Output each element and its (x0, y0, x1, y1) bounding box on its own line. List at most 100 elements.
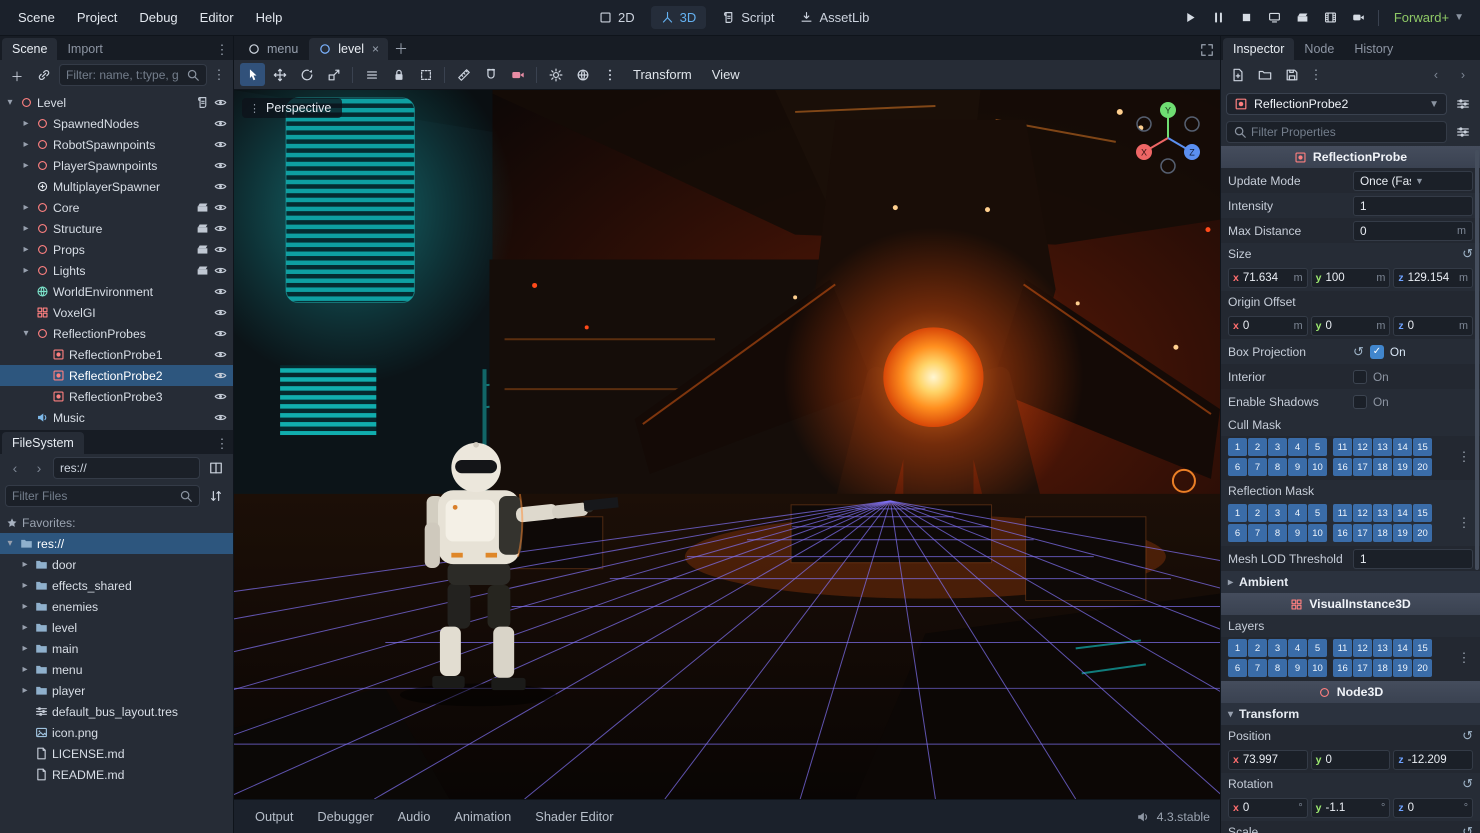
file-item-default-bus-layout-tres[interactable]: default_bus_layout.tres (0, 701, 233, 722)
workspace-script[interactable]: Script (712, 6, 784, 29)
split-view-button[interactable] (204, 457, 228, 479)
layer-18-toggle[interactable]: 18 (1373, 524, 1392, 542)
layer-5-toggle[interactable]: 5 (1308, 504, 1327, 522)
layer-12-toggle[interactable]: 12 (1353, 504, 1372, 522)
tab-history[interactable]: History (1344, 38, 1403, 60)
select-tool[interactable] (240, 63, 265, 86)
tab-scene[interactable]: Scene (2, 38, 58, 60)
scene-node-Lights[interactable]: ▸ Lights (0, 260, 233, 281)
layer-3-toggle[interactable]: 3 (1268, 438, 1287, 456)
interior-checkbox[interactable] (1353, 369, 1367, 384)
play-custom-scene-button[interactable] (1318, 6, 1343, 30)
property-filter-field[interactable] (1226, 121, 1447, 143)
layer-11-toggle[interactable]: 11 (1333, 639, 1352, 657)
layer-2-toggle[interactable]: 2 (1248, 504, 1267, 522)
layer-1-toggle[interactable]: 1 (1228, 438, 1247, 456)
layer-12-toggle[interactable]: 12 (1353, 438, 1372, 456)
file-item-effects-shared[interactable]: ▸ effects_shared (0, 575, 233, 596)
scene-node-Level[interactable]: ▾ Level (0, 92, 233, 113)
renderer-select[interactable]: Forward+ ▼ (1386, 7, 1472, 28)
layer-4-toggle[interactable]: 4 (1288, 504, 1307, 522)
layer-10-toggle[interactable]: 10 (1308, 458, 1327, 476)
eye-icon[interactable] (214, 201, 227, 214)
layer-8-toggle[interactable]: 8 (1268, 659, 1287, 677)
property-filter-input[interactable] (1251, 125, 1440, 139)
new-scene-tab-button[interactable]: ＋ (390, 38, 412, 60)
panel-debugger[interactable]: Debugger (306, 804, 384, 829)
resource-options-icon[interactable]: ⋮ (1307, 65, 1325, 85)
file-item-Favorites-[interactable]: Favorites: (0, 512, 233, 533)
play-scene-button[interactable] (1290, 6, 1315, 30)
sun-options[interactable] (543, 63, 568, 86)
eye-icon[interactable] (214, 243, 227, 256)
layer-20-toggle[interactable]: 20 (1413, 458, 1432, 476)
eye-icon[interactable] (214, 390, 227, 403)
edited-object-select[interactable]: ReflectionProbe2 ▼ (1226, 93, 1447, 115)
expand-arrow-icon[interactable]: ▸ (20, 202, 32, 213)
layer-17-toggle[interactable]: 17 (1353, 524, 1372, 542)
eye-icon[interactable] (214, 96, 227, 109)
layer-5-toggle[interactable]: 5 (1308, 639, 1327, 657)
script-icon[interactable] (196, 96, 209, 109)
eye-icon[interactable] (214, 285, 227, 298)
eye-icon[interactable] (214, 348, 227, 361)
layer-3-toggle[interactable]: 3 (1268, 504, 1287, 522)
path-input[interactable] (60, 461, 193, 475)
y-component-field[interactable]: y0m (1310, 316, 1391, 336)
expand-arrow-icon[interactable]: ▸ (19, 580, 31, 591)
lock-node[interactable] (386, 63, 411, 86)
expand-arrow-icon[interactable]: ▸ (20, 265, 32, 276)
z-component-field[interactable]: z -12.209 (1393, 750, 1474, 770)
layer-15-toggle[interactable]: 15 (1413, 639, 1432, 657)
stop-button[interactable] (1234, 6, 1259, 30)
environment-options[interactable] (570, 63, 595, 86)
x-component-field[interactable]: x 71.634 m (1228, 268, 1308, 288)
layer-20-toggle[interactable]: 20 (1413, 524, 1432, 542)
scene-node-VoxelGI[interactable]: VoxelGI (0, 302, 233, 323)
expand-arrow-icon[interactable]: ▾ (4, 538, 16, 549)
layer-12-toggle[interactable]: 12 (1353, 639, 1372, 657)
layer-11-toggle[interactable]: 11 (1333, 438, 1352, 456)
expand-arrow-icon[interactable]: ▸ (19, 685, 31, 696)
layer-13-toggle[interactable]: 13 (1373, 438, 1392, 456)
scene-filter-input[interactable] (66, 68, 182, 82)
menu-project[interactable]: Project (67, 5, 127, 30)
panel-animation[interactable]: Animation (443, 804, 522, 829)
scene-node-ReflectionProbe2[interactable]: ReflectionProbe2 (0, 365, 233, 386)
menu-help[interactable]: Help (246, 5, 293, 30)
scene-node-WorldEnvironment[interactable]: WorldEnvironment (0, 281, 233, 302)
y-component-field[interactable]: y0 (1310, 750, 1391, 770)
layer-19-toggle[interactable]: 19 (1393, 524, 1412, 542)
layer-13-toggle[interactable]: 13 (1373, 504, 1392, 522)
scene-tab-menu[interactable]: menu (238, 38, 307, 60)
expand-arrow-icon[interactable]: ▸ (19, 622, 31, 633)
group-ambient[interactable]: ▸ Ambient (1221, 571, 1480, 593)
layer-9-toggle[interactable]: 9 (1288, 524, 1307, 542)
eye-icon[interactable] (214, 180, 227, 193)
pause-button[interactable] (1206, 6, 1231, 30)
layer-2-toggle[interactable]: 2 (1248, 639, 1267, 657)
file-item-door[interactable]: ▸ door (0, 554, 233, 575)
extra-options-button[interactable] (1451, 93, 1475, 115)
z-component-field[interactable]: z 0 ° (1393, 798, 1474, 818)
expand-arrow-icon[interactable]: ▸ (19, 643, 31, 654)
panel-audio[interactable]: Audio (387, 804, 442, 829)
mask-options-icon[interactable]: ⋮ (1455, 513, 1473, 533)
save-resource-button[interactable] (1280, 64, 1304, 86)
perspective-menu[interactable]: ⋮ Perspective (242, 98, 343, 118)
eye-icon[interactable] (214, 306, 227, 319)
expand-arrow-icon[interactable]: ▸ (20, 223, 32, 234)
eye-icon[interactable] (214, 222, 227, 235)
intensity-field[interactable]: 1 (1353, 195, 1473, 216)
tab-import[interactable]: Import (57, 38, 112, 60)
close-icon[interactable]: × (372, 42, 379, 56)
expand-viewport-icon[interactable] (1198, 40, 1216, 60)
filter-options-button[interactable] (1451, 121, 1475, 143)
file-item-icon-png[interactable]: icon.png (0, 722, 233, 743)
revert-icon[interactable]: ↺ (1462, 776, 1473, 792)
file-filter-input[interactable] (12, 489, 175, 503)
layer-14-toggle[interactable]: 14 (1393, 438, 1412, 456)
z-component-field[interactable]: z0m (1393, 316, 1474, 336)
layer-8-toggle[interactable]: 8 (1268, 458, 1287, 476)
file-filter-field[interactable] (5, 485, 200, 507)
